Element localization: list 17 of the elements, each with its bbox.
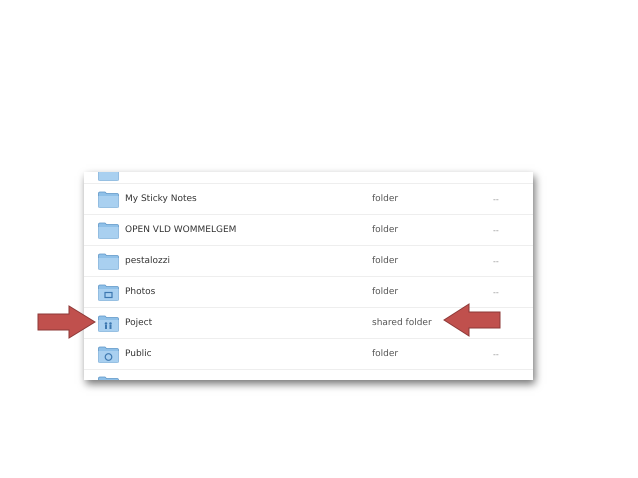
modified-date: -- [493,350,499,358]
file-type: folder [372,194,400,204]
file-type: shared folder [372,318,433,328]
file-type: folder [372,225,400,235]
modified-date: -- [493,288,499,296]
modified-date: -- [493,194,499,204]
file-type: folder [372,349,400,359]
file-name[interactable]: My Sticky Notes [125,194,372,204]
file-name[interactable]: Poject [125,318,372,328]
modified-date: -- [493,256,499,266]
file-type: folder [372,287,400,297]
file-name[interactable]: Public [125,349,372,359]
file-type: folder [372,256,400,266]
modified-date: -- [493,226,499,234]
file-name[interactable]: OPEN VLD WOMMELGEM [125,225,372,235]
file-name[interactable]: pestalozzi [125,256,372,266]
file-name[interactable]: Photos [125,287,372,297]
